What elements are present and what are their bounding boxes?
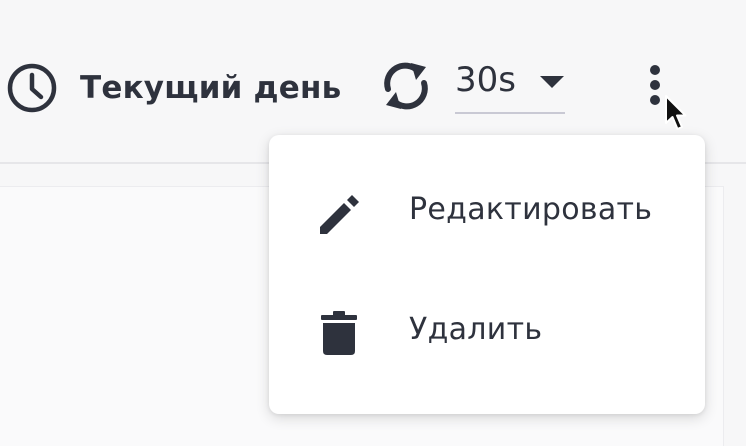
context-menu: Редактировать Удалить [269, 135, 705, 414]
menu-item-edit[interactable]: Редактировать [269, 160, 705, 270]
refresh-interval-select[interactable]: 30s [455, 56, 565, 114]
menu-item-delete[interactable]: Удалить [269, 280, 705, 390]
pencil-icon [320, 195, 359, 234]
refresh-interval-value: 30s [455, 60, 516, 100]
time-range-label: Текущий день [80, 70, 342, 106]
mouse-cursor-icon [665, 95, 687, 130]
caret-down-icon [540, 76, 564, 88]
refresh-icon [384, 62, 428, 110]
trash-icon [321, 311, 357, 355]
clock-icon [7, 63, 57, 113]
refresh-button[interactable] [380, 58, 432, 114]
menu-item-edit-label: Редактировать [409, 192, 653, 227]
time-range-picker[interactable]: Текущий день [6, 60, 341, 116]
menu-item-delete-label: Удалить [409, 312, 543, 347]
